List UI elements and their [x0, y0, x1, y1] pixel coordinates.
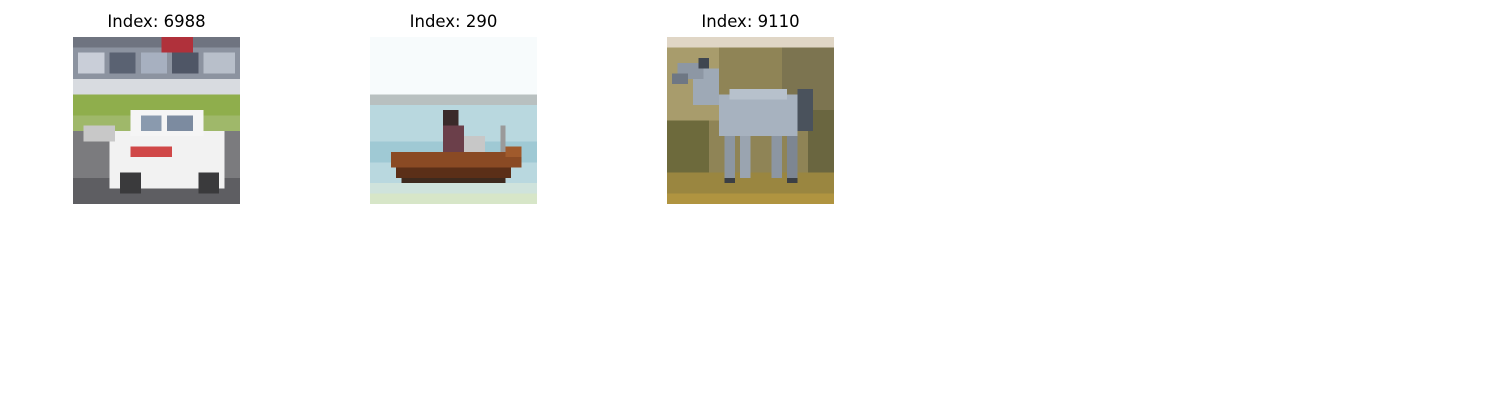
horse-photo: [667, 37, 834, 204]
panel-title: Index: 290: [409, 12, 498, 31]
boat-photo: [370, 37, 537, 204]
panel-title: Index: 6988: [107, 12, 206, 31]
car-photo: [73, 37, 240, 204]
panel-title: Index: 9110: [701, 12, 800, 31]
